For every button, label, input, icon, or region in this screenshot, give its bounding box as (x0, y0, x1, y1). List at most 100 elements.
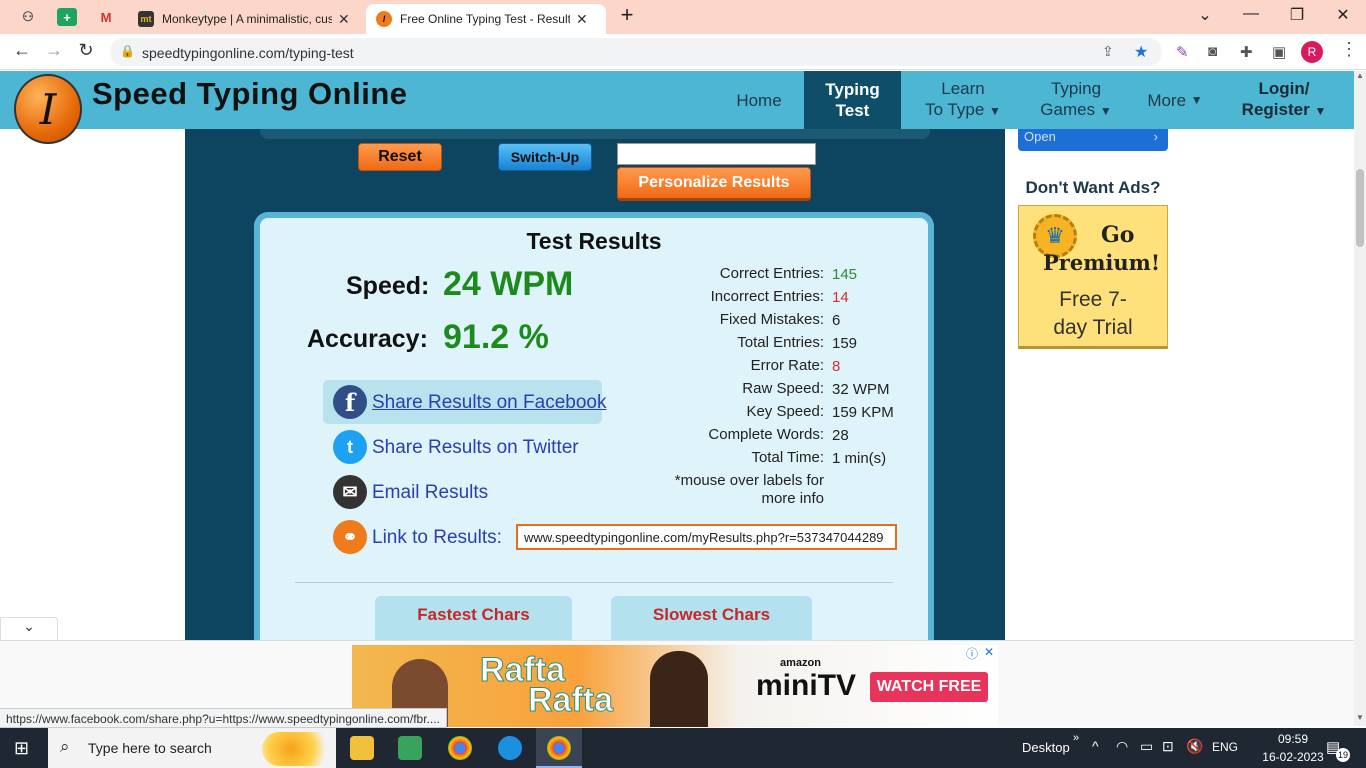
twitter-icon[interactable]: t (333, 430, 367, 464)
chrome-icon (547, 736, 571, 760)
desktop-toolbar-label[interactable]: Desktop (1022, 740, 1070, 755)
nav-login[interactable]: Login/Register ▼ (1234, 71, 1334, 129)
share-twitter-link[interactable]: Share Results on Twitter (372, 437, 579, 459)
collapse-ad-chevron-icon[interactable]: ⌄ (0, 617, 58, 640)
skype-icon[interactable] (498, 736, 522, 760)
tab-search-icon[interactable]: ⌄ (1190, 5, 1220, 25)
minitv-ad-banner[interactable]: Rafta Rafta amazon miniTV WATCH FREE ⓘ ✕ (352, 645, 998, 727)
file-explorer-icon[interactable] (350, 736, 374, 760)
personalize-results-button[interactable]: Personalize Results (617, 167, 811, 201)
facebook-icon[interactable]: f (333, 385, 367, 419)
side-panel-icon[interactable]: ▣ (1272, 43, 1286, 61)
go-premium-card[interactable]: ♛ Go Premium! Free 7- day Trial (1018, 205, 1168, 349)
stat-label[interactable]: Complete Words: (640, 426, 824, 443)
reload-icon[interactable]: ↻ (74, 40, 98, 61)
pinned-tab-sheets[interactable]: + (57, 8, 77, 26)
stat-value: 159 KPM (832, 404, 894, 421)
extensions-puzzle-icon[interactable]: ✚ (1240, 43, 1253, 61)
input-language[interactable]: ENG (1212, 740, 1238, 754)
toolbar-expand-icon[interactable]: » (1073, 732, 1079, 744)
stat-value: 8 (832, 358, 841, 375)
address-bar[interactable]: 🔒 speedtypingonline.com/typing-test ⇪ ★ (110, 38, 1162, 66)
volume-muted-icon[interactable]: 🔇 (1186, 738, 1203, 755)
email-results-link[interactable]: Email Results (372, 482, 488, 504)
scroll-up-icon[interactable]: ▲ (1356, 71, 1364, 80)
nav-typing-test[interactable]: Typing Test (804, 71, 901, 129)
open-button[interactable]: Open › (1018, 129, 1168, 151)
stat-label[interactable]: Fixed Mistakes: (640, 311, 824, 328)
tab-monkeytype[interactable]: mt Monkeytype | A minimalistic, cus ✕ (128, 4, 364, 34)
profile-avatar[interactable]: R (1301, 41, 1323, 63)
restore-icon[interactable]: ❐ (1282, 5, 1312, 25)
stat-label[interactable]: Error Rate: (640, 357, 824, 374)
share-facebook-link[interactable]: Share Results on Facebook (372, 392, 606, 414)
nav-games[interactable]: Typing Games ▼ (1036, 71, 1116, 129)
search-icon: ⌕ (60, 737, 70, 756)
scroll-down-icon[interactable]: ▼ (1356, 713, 1364, 722)
results-name-input[interactable] (617, 143, 816, 165)
results-link-field[interactable]: www.speedtypingonline.com/myResults.php?… (516, 524, 897, 550)
camera-icon[interactable]: ◙ (1208, 43, 1217, 60)
trial-text-1: Free 7- (1059, 288, 1127, 311)
share-icon[interactable]: ⇪ (1102, 43, 1114, 60)
watch-free-button[interactable]: WATCH FREE (870, 672, 988, 702)
close-tab-icon[interactable]: ✕ (338, 11, 350, 28)
nav-home[interactable]: Home (722, 71, 796, 129)
taskbar-search[interactable]: ⌕ Type here to search (48, 728, 336, 768)
chrome-icon[interactable] (448, 736, 472, 760)
stat-value: 145 (832, 266, 858, 283)
ad-info-icon[interactable]: ⓘ (966, 645, 978, 662)
pinned-tab-gmail[interactable]: M (96, 8, 116, 26)
nav-more[interactable]: More ▼ (1140, 71, 1210, 129)
stat-label[interactable]: Correct Entries: (640, 265, 824, 282)
windows-start-icon[interactable]: ⊞ (14, 738, 29, 759)
stat-label[interactable]: Raw Speed: (640, 380, 824, 397)
bookmark-star-icon[interactable]: ★ (1134, 42, 1148, 62)
page-scrollbar[interactable]: ▲ ▼ (1354, 71, 1366, 726)
email-icon[interactable]: ✉ (333, 475, 367, 509)
stat-label[interactable]: Total Time: (640, 449, 824, 466)
nav-learn[interactable]: Learn To Type ▼ (918, 71, 1008, 129)
fastest-chars-tab[interactable]: Fastest Chars (375, 596, 572, 640)
menu-kebab-icon[interactable]: ⋮ (1340, 39, 1358, 60)
divider (295, 582, 893, 583)
wifi-icon[interactable]: ◠ (1116, 738, 1128, 755)
premium-text: Premium! (1043, 250, 1161, 275)
nav-label: Games (1040, 100, 1096, 119)
minimize-icon[interactable]: — (1236, 5, 1266, 23)
switch-up-button[interactable]: Switch-Up (498, 143, 592, 171)
site-logo[interactable]: I (14, 74, 82, 144)
stat-label[interactable]: Total Entries: (640, 334, 824, 351)
close-tab-icon[interactable]: ✕ (576, 11, 588, 28)
new-tab-icon[interactable]: + (612, 2, 642, 28)
clock-time[interactable]: 09:59 (1256, 732, 1330, 746)
site-name[interactable]: Speed Typing Online (92, 76, 408, 112)
close-window-icon[interactable]: ✕ (1328, 5, 1358, 25)
mouse-over-note: more info (761, 490, 824, 507)
mouse-over-note: *mouse over labels for (674, 472, 824, 489)
pinned-tab-1[interactable]: ⚇ (18, 8, 38, 26)
extension-feather-icon[interactable]: ✎ (1176, 43, 1189, 61)
taskbar-app-icon[interactable] (398, 736, 422, 760)
url-text[interactable]: speedtypingonline.com/typing-test (142, 45, 354, 61)
battery-icon[interactable]: ▭ (1140, 738, 1153, 755)
tab-typing-test[interactable]: I Free Online Typing Test - Results ✕ (366, 4, 606, 34)
ad-close-icon[interactable]: ✕ (984, 645, 994, 659)
slowest-chars-tab[interactable]: Slowest Chars (611, 596, 812, 640)
network-icon[interactable]: ⊡ (1162, 738, 1174, 755)
stat-label[interactable]: Key Speed: (640, 403, 824, 420)
clock-date[interactable]: 16-02-2023 (1250, 750, 1336, 764)
reset-button[interactable]: Reset (358, 143, 442, 171)
back-icon[interactable]: ← (10, 40, 34, 61)
scrollbar-thumb[interactable] (1356, 169, 1364, 247)
nav-label: Typing (1050, 79, 1102, 98)
typing-area-edge (260, 129, 930, 139)
stat-value: 14 (832, 289, 849, 306)
accuracy-label: Accuracy: (307, 325, 428, 353)
link-icon: ⚭ (333, 520, 367, 554)
stat-label[interactable]: Incorrect Entries: (640, 288, 824, 305)
ad-person-image (650, 651, 708, 727)
forward-icon[interactable]: → (42, 40, 66, 61)
tray-chevron-up-icon[interactable]: ^ (1092, 738, 1099, 754)
chrome-profile-taskbar-item[interactable] (536, 728, 582, 768)
